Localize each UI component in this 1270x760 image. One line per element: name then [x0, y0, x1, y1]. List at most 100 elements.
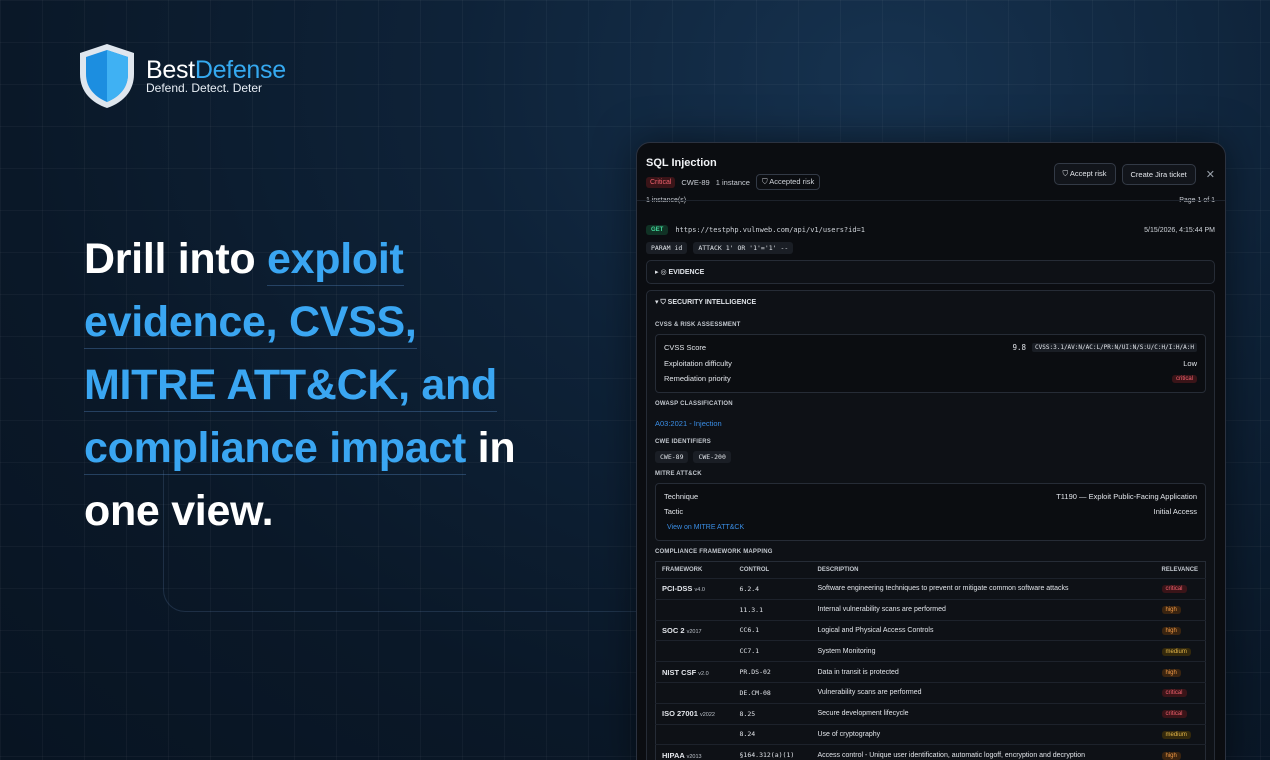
relevance-cell: medium — [1155, 723, 1206, 745]
cwe-chip: CWE-200 — [693, 450, 731, 463]
technique-label: Technique — [664, 491, 699, 501]
control-cell: 8.24 — [733, 723, 812, 745]
description-cell: Internal vulnerability scans are perform… — [811, 598, 1156, 621]
brand-name: BestDefense — [146, 56, 286, 84]
brand-tagline: Defend. Detect. Deter — [146, 81, 263, 95]
relevance-badge: medium — [1161, 730, 1191, 739]
request-url: https://testphp.vulnweb.com/api/v1/users… — [675, 226, 865, 234]
control-cell: CC6.1 — [733, 619, 812, 641]
table-row: CC7.1 System Monitoring medium — [655, 640, 1206, 662]
relevance-badge: critical — [1161, 689, 1187, 698]
description-cell: Data in transit is protected — [811, 661, 1156, 683]
cvss-score-label: CVSS Score — [664, 343, 707, 353]
mitre-link[interactable]: View on MITRE ATT&CK — [667, 524, 744, 531]
control-cell: 11.3.1 — [733, 598, 812, 621]
cwe-section-label: CWE IDENTIFIERS — [655, 438, 712, 445]
description-cell: Access control - Unique user identificat… — [811, 744, 1156, 760]
relevance-badge: critical — [1161, 710, 1187, 719]
table-row: ISO 27001 v2022 8.25 Secure development li… — [655, 702, 1206, 725]
control-cell: §164.312(a)(1) — [733, 744, 812, 760]
cwe-chip: CWE-89 — [655, 450, 689, 463]
column-header: DESCRIPTION — [817, 567, 859, 573]
owasp-section-label: OWASP CLASSIFICATION — [655, 400, 733, 407]
table-row: 8.24 Use of cryptography medium — [655, 723, 1206, 745]
table-row: DE.CM-08 Vulnerability scans are performe… — [655, 681, 1206, 704]
relevance-badge: high — [1161, 606, 1181, 615]
control-cell: CC7.1 — [733, 640, 812, 662]
compliance-table: FRAMEWORK CONTROL DESCRIPTION RELEVANCE … — [655, 561, 1206, 760]
accepted-risk-badge: ⛉ Accepted risk — [755, 174, 821, 190]
description-cell: System Monitoring — [811, 640, 1156, 662]
http-method-badge: GET — [646, 225, 669, 235]
mitre-section-label: MITRE ATT&CK — [655, 470, 702, 477]
table-row: SOC 2 v2017 CC6.1 Logical and Physical Acc… — [655, 619, 1206, 641]
relevance-cell: high — [1155, 619, 1206, 641]
close-icon[interactable]: ✕ — [1206, 168, 1215, 181]
table-row: HIPAA v2013 §164.312(a)(1) Access control … — [655, 744, 1206, 760]
mitre-card: Technique T1190 — Exploit Public-Facing A… — [655, 482, 1206, 541]
relevance-cell: critical — [1155, 578, 1206, 600]
framework-cell: ISO 27001 v2022 — [655, 702, 734, 725]
table-row: NIST CSF v2.0 PR.DS-02 Data in transit is … — [655, 661, 1206, 683]
headline: Drill into exploit evidence, CVSS, MITRE… — [84, 235, 516, 535]
request-row: GET https://testphp.vulnweb.com/api/v1/u… — [646, 225, 1215, 235]
technique-value: T1190 — Exploit Public-Facing Applicatio… — [1056, 491, 1197, 501]
relevance-cell: high — [1155, 598, 1206, 621]
column-header: RELEVANCE — [1161, 567, 1199, 573]
cvss-card: CVSS Score 9.8 CVSS:3.1/AV:N/AC:L/PR:N/UI… — [655, 334, 1206, 393]
description-cell: Secure development lifecycle — [811, 702, 1156, 725]
control-cell: PR.DS-02 — [733, 661, 812, 683]
logo: BestDefense Defend. Detect. Deter — [76, 42, 286, 110]
instance-count: 1 instance — [715, 177, 750, 187]
owasp-link[interactable]: A03:2021 - Injection — [655, 419, 722, 428]
framework-cell — [655, 640, 734, 662]
relevance-badge: critical — [1161, 585, 1187, 594]
control-cell: 6.2.4 — [733, 578, 812, 600]
relevance-cell: high — [1155, 744, 1206, 760]
framework-cell: PCI-DSS v4.0 — [655, 578, 734, 600]
column-header: FRAMEWORK — [662, 567, 703, 573]
shield-check-icon: ⛉ — [1062, 169, 1070, 178]
evidence-toggle[interactable]: ▸ ◎ EVIDENCE — [647, 261, 1214, 283]
relevance-badge: high — [1161, 668, 1181, 677]
accept-risk-button[interactable]: ⛉ Accept risk — [1053, 163, 1116, 185]
description-cell: Use of cryptography — [811, 723, 1156, 745]
difficulty-label: Exploitation difficulty — [664, 358, 732, 368]
framework-cell — [655, 598, 734, 621]
relevance-badge: high — [1161, 751, 1181, 760]
description-cell: Software engineering techniques to preve… — [811, 578, 1156, 600]
relevance-cell: high — [1155, 661, 1206, 683]
evidence-section[interactable]: ▸ ◎ EVIDENCE — [646, 260, 1215, 284]
relevance-cell: critical — [1155, 681, 1206, 704]
cvss-score: 9.8 — [1012, 343, 1027, 353]
finding-panel: SQL Injection Critical CWE-89 1 instance… — [636, 142, 1226, 760]
description-cell: Logical and Physical Access Controls — [811, 619, 1156, 641]
control-cell: DE.CM-08 — [733, 681, 812, 704]
severity-badge: Critical — [646, 176, 676, 188]
shield-icon — [80, 44, 134, 108]
cwe-label: CWE-89 — [681, 177, 710, 187]
panel-header: SQL Injection Critical CWE-89 1 instance… — [637, 143, 1225, 201]
framework-cell: NIST CSF v2.0 — [655, 661, 734, 683]
relevance-badge: medium — [1161, 647, 1191, 656]
framework-cell — [655, 681, 734, 704]
request-timestamp: 5/15/2026, 4:15:44 PM — [1144, 226, 1215, 234]
cvss-section-label: CVSS & RISK ASSESSMENT — [655, 322, 741, 328]
table-row: PCI-DSS v4.0 6.2.4 Software engineering te… — [655, 578, 1206, 600]
create-jira-ticket-button[interactable]: Create Jira ticket — [1121, 163, 1196, 185]
priority-badge: critical — [1171, 374, 1197, 383]
description-cell: Vulnerability scans are performed — [811, 681, 1156, 704]
control-cell: 8.25 — [733, 702, 812, 725]
cvss-vector: CVSS:3.1/AV:N/AC:L/PR:N/UI:N/S:U/C:H/I:H… — [1032, 343, 1197, 353]
table-row: 11.3.1 Internal vulnerability scans are p… — [655, 598, 1206, 621]
security-intelligence-toggle[interactable]: ▾ ⛉ SECURITY INTELLIGENCE — [647, 291, 1214, 314]
difficulty-value: Low — [1183, 358, 1197, 368]
tactic-label: Tactic — [664, 507, 684, 517]
attack-chip: ATTACK 1' OR '1'='1' -- — [693, 242, 794, 254]
framework-cell: HIPAA v2013 — [655, 744, 734, 760]
column-header: CONTROL — [739, 567, 770, 573]
relevance-badge: high — [1161, 626, 1181, 635]
param-chip: PARAM id — [646, 242, 688, 254]
priority-label: Remediation priority — [664, 374, 731, 384]
framework-cell — [655, 723, 734, 745]
